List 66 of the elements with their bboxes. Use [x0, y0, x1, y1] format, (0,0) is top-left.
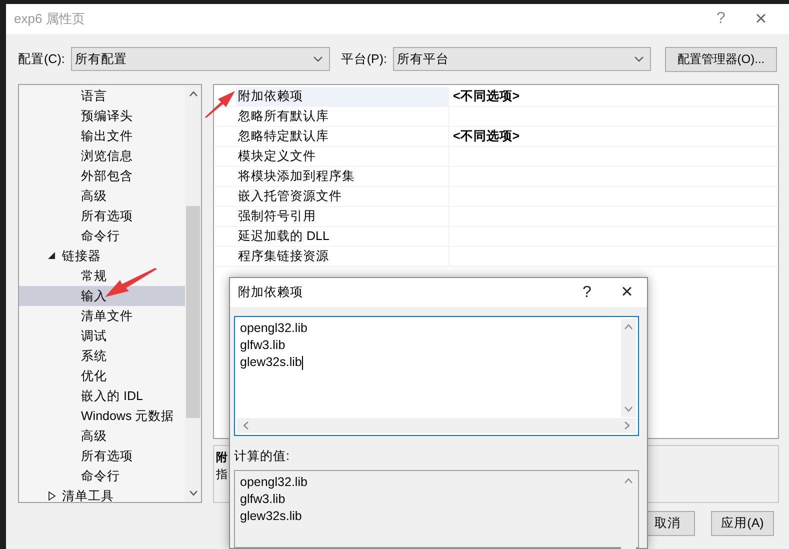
close-button[interactable]: × — [741, 4, 781, 34]
property-name[interactable]: 延迟加载的 DLL — [236, 227, 449, 246]
property-value[interactable]: <不同选项> — [449, 127, 778, 146]
field-label: 平台(P): — [340, 50, 387, 68]
tree-item[interactable]: 系统 — [19, 346, 185, 366]
chevron-down-icon — [312, 56, 323, 62]
tree-item[interactable]: 输出文件 — [19, 126, 185, 146]
tree-item[interactable]: 命令行 — [19, 226, 185, 246]
computed-line: glfw3.lib — [240, 491, 286, 508]
chevron-down-icon — [624, 406, 633, 412]
property-name[interactable]: 附加依赖项 — [236, 87, 449, 106]
input-field[interactable]: opengl32.lib glfw3.lib glew32s.lib — [234, 316, 639, 436]
tree-item[interactable]: 调试 — [19, 326, 185, 346]
tree-item[interactable]: 外部包含 — [19, 166, 185, 186]
tree-item[interactable]: 浏览信息 — [19, 146, 185, 166]
chevron-up-icon — [188, 91, 198, 97]
tree-item[interactable]: 嵌入的 IDL — [19, 386, 185, 406]
chevron-up-icon — [624, 478, 633, 484]
property-name[interactable]: 程序集链接资源 — [236, 247, 449, 266]
chevron-up-icon — [624, 324, 633, 330]
tree-item[interactable]: 预编译头 — [19, 106, 185, 126]
property-name[interactable]: 将模块添加到程序集 — [236, 167, 449, 186]
field-label: 计算的值: — [234, 448, 290, 465]
tree-item[interactable]: 链接器 — [19, 246, 185, 266]
computed-line: glew32s.lib — [240, 508, 303, 525]
tree-item[interactable]: 输入 — [19, 286, 185, 306]
chevron-left-icon — [243, 421, 249, 430]
scrollbar[interactable] — [621, 319, 636, 417]
chevron-down-icon — [188, 490, 198, 496]
scrollbar[interactable] — [237, 418, 636, 433]
chevron-down-icon — [634, 56, 644, 62]
help-button[interactable]: ? — [701, 4, 741, 34]
chevron-right-icon — [624, 421, 630, 430]
property-value[interactable]: <不同选项> — [449, 87, 778, 106]
help-button[interactable]: ? — [567, 278, 607, 308]
tree-item[interactable]: 常规 — [19, 266, 185, 286]
dialog-title: 附加依赖项 — [238, 284, 304, 301]
tree-item[interactable]: 优化 — [19, 366, 185, 386]
tree-item[interactable]: 所有选项 — [19, 446, 185, 466]
tree-item[interactable]: Windows 元数据 — [19, 406, 185, 426]
tree-item[interactable]: 清单工具 — [19, 486, 185, 502]
close-button[interactable]: × — [607, 278, 647, 308]
tree-item[interactable]: 清单文件 — [19, 306, 185, 326]
tree-item[interactable]: 高级 — [19, 426, 185, 446]
tree-item[interactable]: 语言 — [19, 86, 185, 106]
property-name[interactable]: 模块定义文件 — [236, 147, 449, 166]
text-cursor — [302, 356, 303, 370]
scrollbar-thumb[interactable] — [186, 206, 200, 418]
tree-item[interactable]: 高级 — [19, 186, 185, 206]
apply-button[interactable]: 应用(A) — [711, 511, 774, 536]
property-name[interactable]: 忽略特定默认库 — [236, 127, 449, 146]
window-title: exp6 属性页 — [14, 10, 86, 28]
config-manager-button[interactable]: 配置管理器(O)... — [664, 46, 777, 72]
tree-item[interactable]: 所有选项 — [19, 206, 185, 226]
property-name[interactable]: 嵌入托管资源文件 — [236, 187, 449, 206]
description-title: 附 — [216, 450, 228, 466]
property-name[interactable]: 忽略所有默认库 — [236, 107, 449, 126]
tree-item[interactable]: 命令行 — [19, 466, 185, 486]
description-text: 指 — [216, 468, 228, 483]
field-label: 配置(C): — [18, 50, 65, 68]
property-name[interactable]: 强制符号引用 — [236, 207, 449, 226]
annotation-arrow — [204, 90, 236, 118]
computed-line: opengl32.lib — [240, 474, 308, 491]
dropdown[interactable]: 所有平台 — [392, 47, 651, 71]
dropdown[interactable]: 所有配置 — [70, 47, 330, 71]
scrollbar[interactable] — [185, 85, 201, 502]
